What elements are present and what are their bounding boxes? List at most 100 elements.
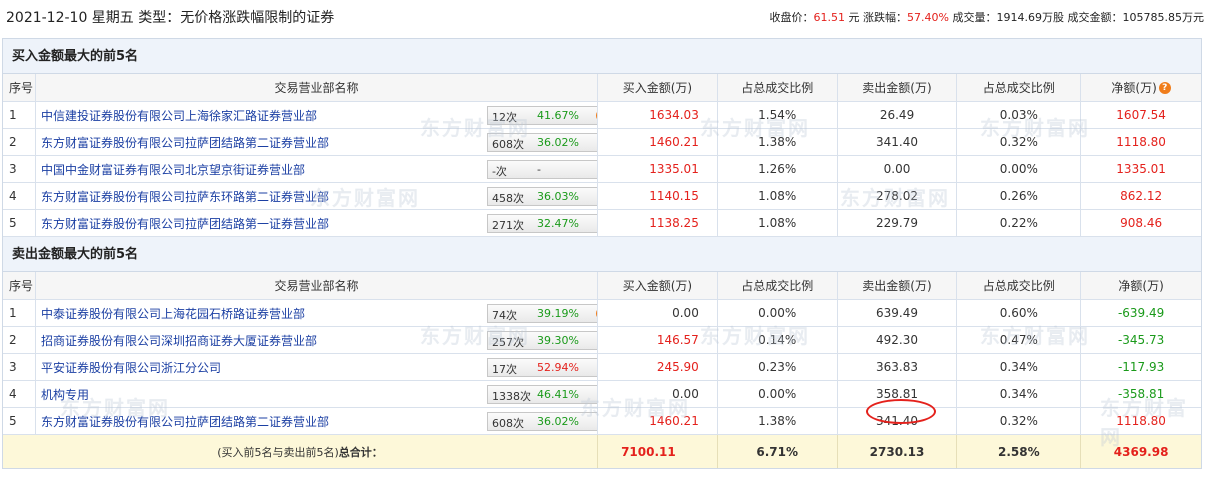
net-amount: 908.46 [1120, 216, 1163, 230]
buy-section-title: 买入金额最大的前5名 [3, 39, 1201, 74]
dept-link[interactable]: 东方财富证券股份有限公司拉萨团结路第二证券营业部 [41, 134, 329, 151]
buy-amount: 245.90 [598, 354, 718, 380]
total-buy: 7100.11 [598, 435, 718, 468]
dept-cell: 招商证券股份有限公司深圳招商证券大厦证券营业部 257次 39.30% [36, 327, 598, 353]
close-unit: 元 [848, 11, 860, 24]
record-count: 74次 [491, 309, 517, 322]
change-value: 57.40% [907, 11, 949, 24]
table-row: 1 中信建投证券股份有限公司上海徐家汇路证券营业部 12次 41.67%?1634.0… [3, 102, 1201, 129]
col-sell-ratio: 占总成交比例 [957, 272, 1082, 299]
buy-rows: 1 中信建投证券股份有限公司上海徐家汇路证券营业部 12次 41.67%?1634.0… [3, 102, 1201, 237]
dept-cell: 中泰证券股份有限公司上海花园石桥路证券营业部 74次 39.19%? [36, 300, 598, 326]
success-rate: 39.19% [536, 307, 579, 320]
col-sell: 卖出金额(万) [838, 74, 958, 101]
buy-ratio: 1.54% [718, 102, 838, 128]
dept-link[interactable]: 招商证券股份有限公司深圳招商证券大厦证券营业部 [41, 332, 317, 349]
sell-amount: 341.40 [838, 408, 958, 434]
buy-ratio: 1.38% [718, 408, 838, 434]
net-amount: 1335.01 [1116, 162, 1166, 176]
record-chip[interactable]: 1338次 46.41% [486, 385, 597, 404]
net-amount: -117.93 [1117, 360, 1165, 374]
total-sell: 2730.13 [838, 435, 958, 468]
col-buy-ratio: 占总成交比例 [718, 74, 838, 101]
col-buy-ratio: 占总成交比例 [718, 272, 838, 299]
buy-ratio: 1.38% [718, 129, 838, 155]
total-sell-ratio: 2.58% [957, 435, 1082, 468]
col-net: 净额(万) [1118, 279, 1164, 293]
success-rate: - [536, 163, 541, 176]
record-chip[interactable]: 17次 52.94% [486, 358, 597, 377]
net-amount: 1118.80 [1116, 414, 1166, 428]
sell-ratio: 0.03% [957, 102, 1082, 128]
col-dept: 交易营业部名称 [36, 74, 598, 101]
table-row: 4 机构专用 1338次 46.41% 0.00 0.00% 358.81 0.34% -358… [3, 381, 1201, 408]
dept-link[interactable]: 中国中金财富证券有限公司北京望京街证券营业部 [41, 161, 305, 178]
sell-ratio: 0.34% [957, 354, 1082, 380]
table-row: 2 东方财富证券股份有限公司拉萨团结路第二证券营业部 608次 36.02% 1460.… [3, 129, 1201, 156]
dept-cell: 东方财富证券股份有限公司拉萨东环路第二证券营业部 458次 36.03% [36, 183, 598, 209]
dept-link[interactable]: 平安证券股份有限公司浙江分公司 [41, 359, 221, 376]
amount-value: 105785.85万元 [1122, 11, 1205, 24]
dept-link[interactable]: 东方财富证券股份有限公司拉萨东环路第二证券营业部 [41, 188, 329, 205]
success-rate: 46.41% [536, 388, 579, 401]
col-seq: 序号 [3, 272, 36, 299]
record-count: 608次 [491, 138, 524, 151]
record-chip[interactable]: 608次 36.02% [486, 133, 597, 152]
record-chip[interactable]: 458次 36.03% [486, 187, 597, 206]
col-net: 净额(万)? [1081, 74, 1201, 101]
buy-ratio: 0.14% [718, 327, 838, 353]
net-amount: -358.81 [1117, 387, 1165, 401]
sell-ratio: 0.32% [957, 408, 1082, 434]
record-chip[interactable]: 608次 36.02% [486, 412, 597, 431]
success-rate: 36.03% [536, 190, 579, 203]
success-rate: 32.47% [536, 217, 579, 230]
help-icon[interactable]: ? [595, 109, 597, 122]
sell-amount: 229.79 [838, 210, 958, 236]
help-icon[interactable]: ? [1158, 81, 1171, 94]
record-chip[interactable]: 271次 32.47% [486, 214, 597, 233]
sell-amount: 0.00 [838, 156, 958, 182]
sell-ratio: 0.26% [957, 183, 1082, 209]
record-chip[interactable]: 12次 41.67%? [486, 106, 597, 125]
row-seq: 4 [3, 381, 36, 407]
buy-amount: 1140.15 [598, 183, 718, 209]
buy-amount: 146.57 [598, 327, 718, 353]
stock-summary-bar: 2021-12-10 星期五 类型：无价格涨跌幅限制的证券 收盘价：61.51 … [0, 0, 1208, 34]
dept-cell: 中国中金财富证券有限公司北京望京街证券营业部 -次 - [36, 156, 598, 182]
close-value: 61.51 [813, 11, 846, 24]
record-chip[interactable]: 74次 39.19%? [486, 304, 597, 323]
volume-label: 成交量： [952, 11, 997, 24]
dept-link[interactable]: 中信建投证券股份有限公司上海徐家汇路证券营业部 [41, 107, 317, 124]
success-rate: 36.02% [536, 136, 579, 149]
row-seq: 2 [3, 129, 36, 155]
change-label: 涨跌幅： [863, 11, 908, 24]
sell-amount: 492.30 [838, 327, 958, 353]
record-count: 17次 [491, 363, 517, 376]
buy-amount: 1335.01 [598, 156, 718, 182]
dept-cell: 机构专用 1338次 46.41% [36, 381, 598, 407]
total-label-bold: 总合计： [338, 445, 383, 459]
buy-amount: 1460.21 [598, 129, 718, 155]
dragon-tiger-table: 买入金额最大的前5名 序号 交易营业部名称 买入金额(万) 占总成交比例 卖出金… [2, 38, 1202, 469]
table-row: 4 东方财富证券股份有限公司拉萨东环路第二证券营业部 458次 36.03% 1140.… [3, 183, 1201, 210]
buy-ratio: 1.08% [718, 210, 838, 236]
sell-ratio: 0.60% [957, 300, 1082, 326]
dept-link[interactable]: 东方财富证券股份有限公司拉萨团结路第一证券营业部 [41, 215, 329, 232]
sell-amount: 278.02 [838, 183, 958, 209]
record-chip[interactable]: -次 - [486, 160, 597, 179]
dept-cell: 东方财富证券股份有限公司拉萨团结路第二证券营业部 608次 36.02% [36, 129, 598, 155]
col-net-label: 净额(万) [1111, 81, 1157, 95]
record-count: 257次 [491, 336, 524, 349]
dept-link[interactable]: 中泰证券股份有限公司上海花园石桥路证券营业部 [41, 305, 305, 322]
dept-link[interactable]: 机构专用 [41, 386, 89, 403]
record-count: 458次 [491, 192, 524, 205]
price-stats: 收盘价：61.51 元 涨跌幅：57.40% 成交量：1914.69万股 成交金… [770, 9, 1204, 25]
amount-label: 成交金额： [1067, 11, 1123, 24]
help-icon[interactable]: ? [595, 307, 597, 320]
net-amount: 1607.54 [1116, 108, 1166, 122]
buy-ratio: 0.00% [718, 300, 838, 326]
record-chip[interactable]: 257次 39.30% [486, 331, 597, 350]
total-buy-value: 7100.11 [621, 444, 676, 459]
dept-link[interactable]: 东方财富证券股份有限公司拉萨团结路第二证券营业部 [41, 413, 329, 430]
sell-section-title: 卖出金额最大的前5名 [3, 237, 1201, 272]
